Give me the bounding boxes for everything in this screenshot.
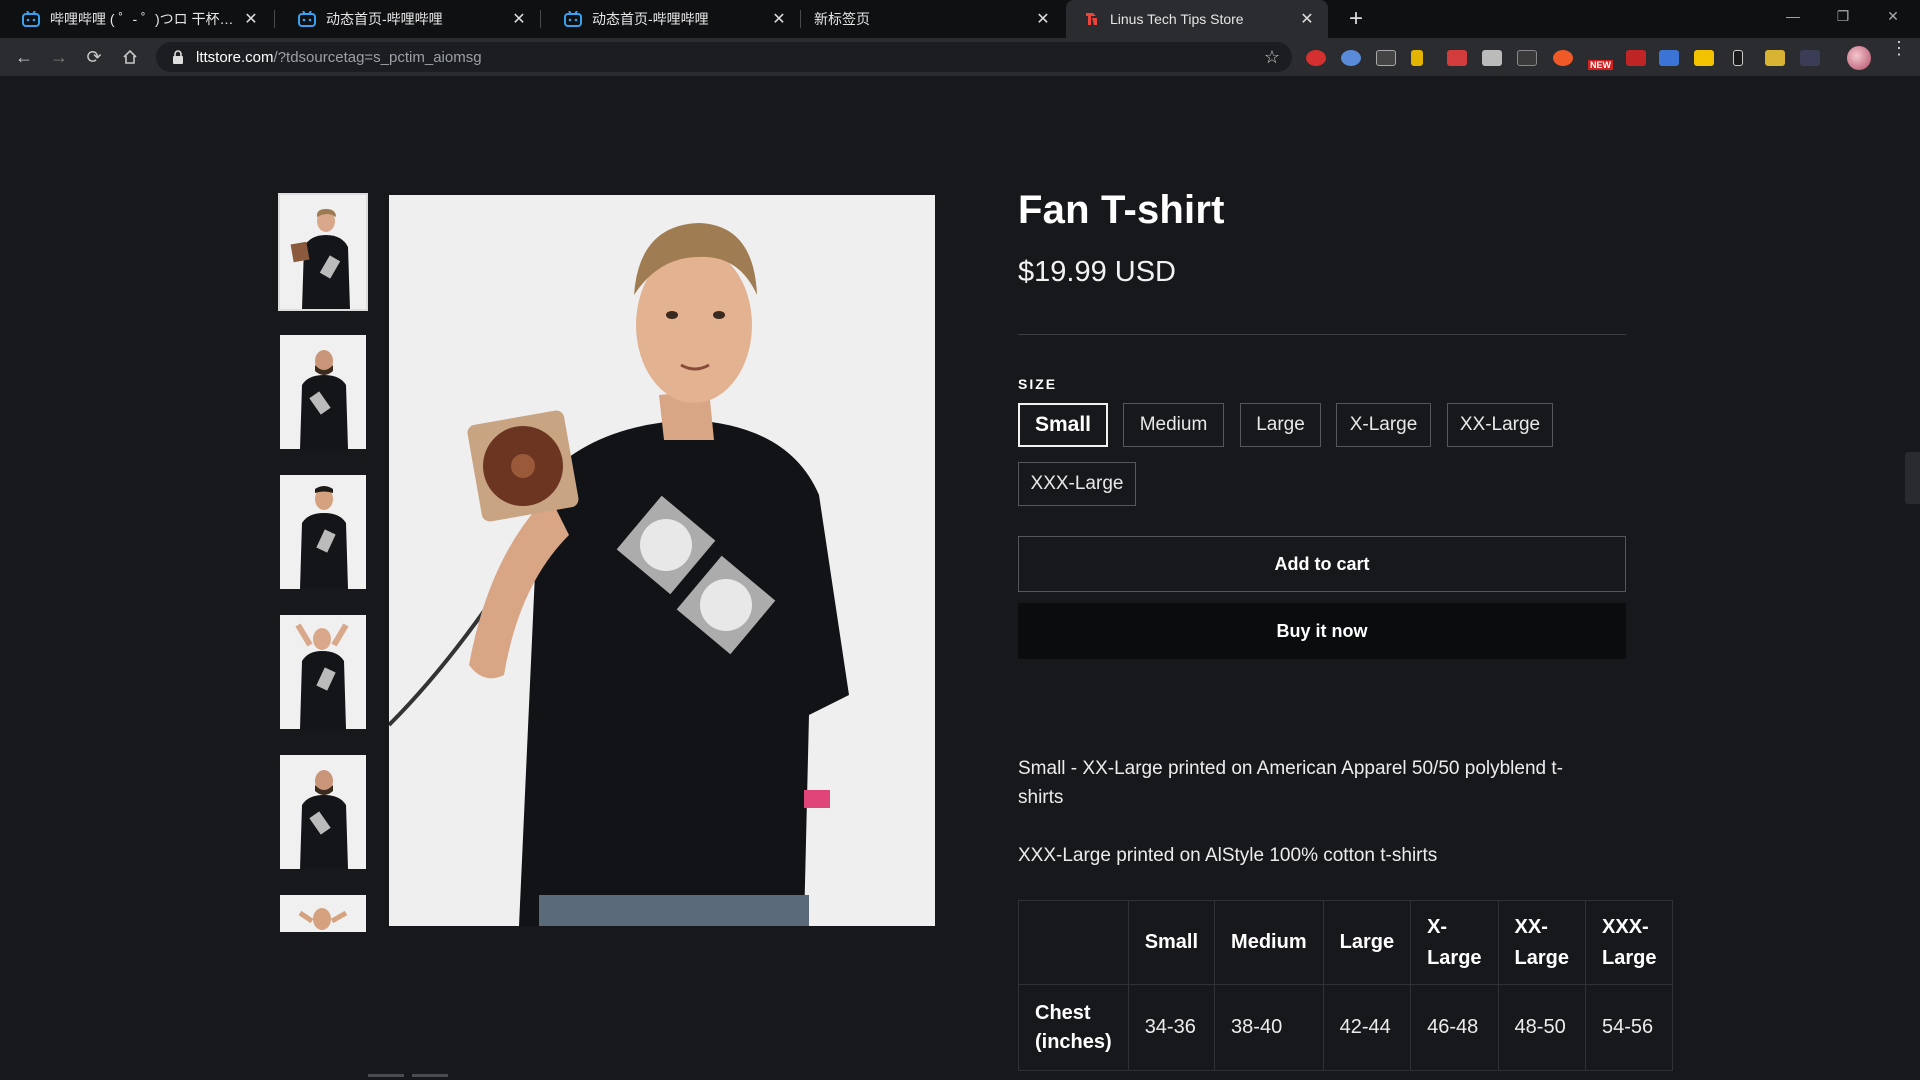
thumbnail-5[interactable] [280, 755, 366, 869]
bilibili-icon [22, 11, 40, 27]
table-header-cell: XXX-Large [1585, 900, 1674, 985]
tab-separator [540, 10, 541, 28]
divider [1018, 334, 1626, 335]
new-badge: NEW [1588, 60, 1613, 70]
table-header-cell: Medium [1214, 900, 1324, 985]
table-cell: 42-44 [1322, 984, 1412, 1071]
url-host: lttstore.com [196, 48, 274, 66]
tab-ltt-store[interactable]: Linus Tech Tips Store ✕ [1066, 0, 1328, 38]
thumbnail-6[interactable] [280, 895, 366, 932]
thumbnail-1[interactable] [278, 193, 368, 311]
tab-title: 动态首页-哔哩哔哩 [592, 11, 709, 27]
tab-title: Linus Tech Tips Store [1110, 11, 1244, 27]
size-option-medium[interactable]: Medium [1123, 403, 1224, 447]
reload-icon[interactable]: ⟳ [80, 43, 108, 71]
table-header-cell: X-Large [1410, 900, 1499, 985]
ltt-icon [1082, 11, 1100, 27]
window-close-icon[interactable]: ✕ [1870, 0, 1916, 32]
table-row: Chest (inches) 34-36 38-40 42-44 46-48 4… [1018, 984, 1674, 1071]
browser-toolbar: ← → ⟳ lttstore.com/?tdsourcetag=s_pctim_… [0, 38, 1920, 76]
size-option-x-large[interactable]: X-Large [1336, 403, 1431, 447]
table-header-row: Small Medium Large X-Large XX-Large XXX-… [1018, 900, 1674, 985]
table-header-cell: Small [1127, 900, 1216, 985]
close-icon[interactable]: ✕ [1298, 10, 1316, 28]
side-scroll-tab[interactable] [1905, 452, 1920, 504]
close-icon[interactable]: ✕ [510, 10, 528, 28]
calendar-extension-icon[interactable] [1447, 50, 1467, 66]
tab-bilibili-dynamic-2[interactable]: 动态首页-哔哩哔哩 ✕ [542, 0, 800, 38]
tab-strip: 哔哩哔哩 ( ゜- ゜)つロ 干杯~-bilibili ✕ 动态首页-哔哩哔哩 … [0, 0, 1920, 38]
color-picker-extension-icon[interactable] [1341, 50, 1361, 66]
reader-extension-icon[interactable] [1733, 50, 1743, 66]
table-cell: 46-48 [1410, 984, 1499, 1071]
image-extension-icon[interactable] [1765, 50, 1785, 66]
size-chart-table: Small Medium Large X-Large XX-Large XXX-… [1018, 900, 1674, 1071]
size-option-xx-large[interactable]: XX-Large [1447, 403, 1553, 447]
tab-bilibili-dynamic[interactable]: 动态首页-哔哩哔哩 ✕ [276, 0, 540, 38]
bilibili-icon [564, 11, 582, 27]
bilibili-icon [298, 11, 316, 27]
table-header-cell [1018, 900, 1129, 985]
product-page: Fan T-shirt $19.99 USD SIZE Small Medium… [0, 76, 1920, 1080]
lock-icon [172, 50, 184, 64]
document-extension-icon[interactable] [1482, 50, 1502, 66]
table-cell: 48-50 [1497, 984, 1587, 1071]
notes-extension-icon[interactable] [1694, 50, 1714, 66]
screen-extension-icon[interactable] [1376, 50, 1396, 66]
bookmark-star-icon[interactable]: ☆ [1264, 47, 1280, 68]
main-product-image[interactable] [389, 195, 935, 926]
address-bar[interactable]: lttstore.com/?tdsourcetag=s_pctim_aiomsg… [156, 42, 1292, 72]
back-arrow-icon[interactable]: ← [10, 43, 38, 71]
pagination-dot[interactable] [368, 1074, 404, 1077]
buy-it-now-button[interactable]: Buy it now [1018, 603, 1626, 659]
tab-bilibili-home[interactable]: 哔哩哔哩 ( ゜- ゜)つロ 干杯~-bilibili ✕ [0, 0, 272, 38]
pdf-extension-icon[interactable] [1626, 50, 1646, 66]
glasses-extension-icon[interactable] [1517, 50, 1537, 66]
pagination-dot[interactable] [412, 1074, 448, 1077]
description-line-2: XXX-Large printed on AlStyle 100% cotton… [1018, 845, 1438, 866]
table-header-cell: XX-Large [1497, 900, 1587, 985]
new-tab-button[interactable]: + [1342, 5, 1370, 33]
forward-arrow-icon[interactable]: → [45, 43, 73, 71]
product-price: $19.99 USD [1018, 256, 1176, 288]
size-label: SIZE [1018, 376, 1058, 392]
url-path: /?tdsourcetag=s_pctim_aiomsg [273, 48, 482, 66]
new-badge-extension-icon[interactable]: NEW [1588, 48, 1614, 70]
home-icon[interactable] [116, 43, 144, 71]
thumbnail-3[interactable] [280, 475, 366, 589]
gallery-pagination[interactable] [368, 1074, 448, 1080]
close-icon[interactable]: ✕ [1034, 10, 1052, 28]
thumbnail-4[interactable] [280, 615, 366, 729]
minimize-icon[interactable]: — [1770, 0, 1816, 32]
tab-new-tab[interactable]: 新标签页 ✕ [802, 0, 1064, 38]
hidden-extension-icon[interactable] [1800, 50, 1820, 66]
restore-icon[interactable]: ❐ [1820, 0, 1866, 32]
tab-title: 动态首页-哔哩哔哩 [326, 11, 443, 27]
table-cell: 54-56 [1585, 984, 1674, 1071]
thumbnail-2[interactable] [280, 335, 366, 449]
tab-title: 新标签页 [814, 11, 870, 27]
tab-separator [800, 10, 801, 28]
size-option-large[interactable]: Large [1240, 403, 1321, 447]
lightning-extension-icon[interactable] [1411, 50, 1423, 66]
browser-menu-icon[interactable]: ⋮ [1890, 39, 1908, 57]
table-header-cell: Large [1322, 900, 1412, 985]
orange-extension-icon[interactable] [1553, 50, 1573, 66]
table-row-label: Chest (inches) [1018, 984, 1129, 1071]
profile-avatar[interactable] [1847, 46, 1871, 70]
table-cell: 38-40 [1214, 984, 1324, 1071]
description-line-1: Small - XX-Large printed on American App… [1018, 758, 1563, 808]
adblock-extension-icon[interactable] [1306, 50, 1326, 66]
size-option-xxx-large[interactable]: XXX-Large [1018, 462, 1136, 506]
translate-extension-icon[interactable] [1659, 50, 1679, 66]
tab-title: 哔哩哔哩 ( ゜- ゜)つロ 干杯~-bilibili [50, 11, 236, 27]
add-to-cart-button[interactable]: Add to cart [1018, 536, 1626, 592]
product-title: Fan T-shirt [1018, 188, 1225, 232]
table-cell: 34-36 [1127, 984, 1216, 1071]
size-option-small[interactable]: Small [1018, 403, 1108, 447]
close-icon[interactable]: ✕ [770, 10, 788, 28]
close-icon[interactable]: ✕ [242, 10, 260, 28]
tab-separator [274, 10, 275, 28]
